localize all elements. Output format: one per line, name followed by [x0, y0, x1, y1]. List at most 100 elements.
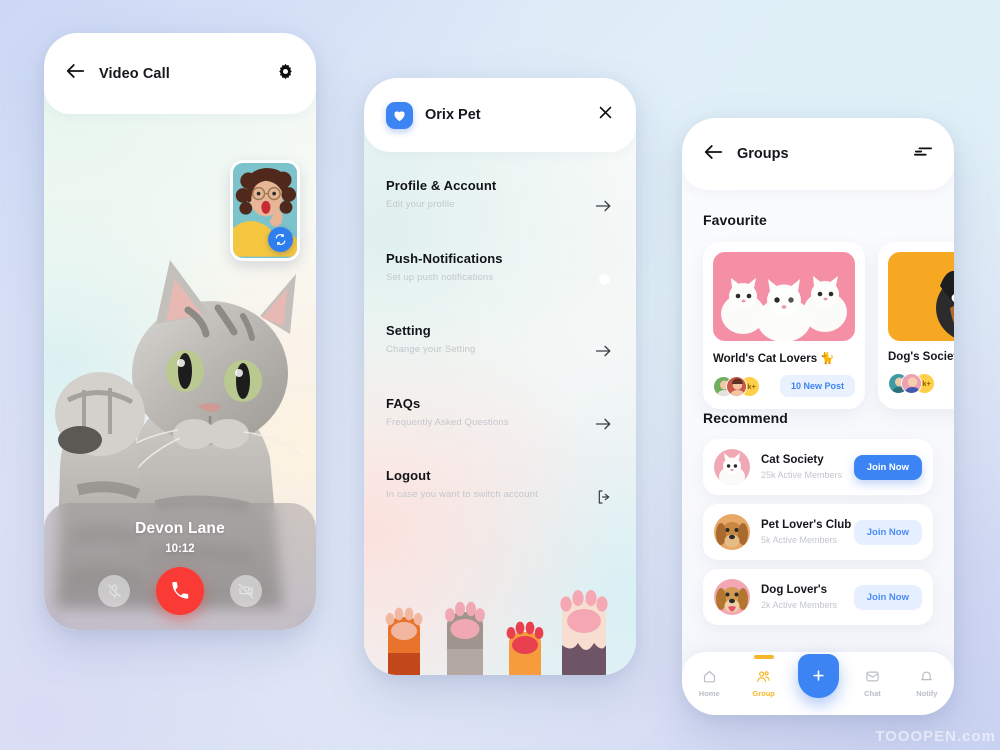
chevron-right-button[interactable]	[595, 344, 612, 363]
settings-button[interactable]	[277, 63, 294, 85]
phone-groups: Groups Favourite World's Cat Lovers 🐈 1k…	[682, 118, 954, 715]
group-meta: Pet Lover's Club 5k Active Members	[761, 519, 851, 545]
group-avatar	[714, 449, 750, 485]
group-meta: Dog Lover's 2k Active Members	[761, 584, 837, 610]
gear-icon	[279, 63, 292, 79]
filter-button[interactable]	[914, 145, 932, 164]
menu-item-title: Setting	[386, 323, 431, 338]
bottom-navigation: Home Group Chat Notify	[682, 652, 954, 715]
video-off-icon	[238, 583, 254, 599]
group-members: 25k Active Members	[761, 470, 843, 480]
logout-icon	[598, 490, 610, 504]
video-call-header: Video Call	[44, 33, 316, 114]
back-button[interactable]	[66, 63, 85, 84]
avatar	[901, 373, 922, 394]
menu-item-subtitle: In case you want to switch account	[386, 489, 538, 500]
nav-item-notify[interactable]: Notify	[900, 669, 954, 698]
filter-icon	[914, 146, 932, 156]
microphone-off-icon	[107, 584, 121, 598]
close-button[interactable]	[597, 104, 614, 126]
group-icon	[757, 671, 770, 683]
group-name: Dog Lover's	[761, 584, 827, 596]
favourite-card[interactable]: World's Cat Lovers 🐈 1k+ 10 New Post	[703, 242, 865, 409]
favourite-card-row[interactable]: World's Cat Lovers 🐈 1k+ 10 New Post Dog…	[703, 242, 954, 409]
create-post-fab[interactable]	[791, 653, 845, 698]
nav-label: Group	[752, 689, 775, 698]
group-card-footer: 1k+ 10 New Post	[713, 375, 855, 397]
menu-item-title: Push-Notifications	[386, 250, 503, 266]
video-toggle-button[interactable]	[230, 575, 262, 607]
chevron-right-button[interactable]	[595, 199, 612, 218]
favourite-card[interactable]: Dog's Society 2k+	[878, 242, 954, 409]
list-item[interactable]: Dog Lover's 2k Active Members Join Now	[703, 569, 933, 625]
join-button[interactable]: Join Now	[853, 519, 922, 545]
arrow-right-icon	[595, 345, 611, 357]
camera-flip-button[interactable]	[268, 227, 293, 252]
menu-item-profile[interactable]: Profile & Account Edit your profile	[386, 178, 614, 251]
menu-item-faqs[interactable]: FAQs Frequently Asked Questions	[386, 396, 614, 469]
chevron-right-button[interactable]	[595, 417, 612, 436]
recommend-section: Recommend Cat Society 25k Active Members	[682, 410, 954, 625]
group-meta: Cat Society 25k Active Members	[761, 454, 842, 480]
caller-name: Devon Lane	[135, 520, 225, 537]
arrow-left-icon	[66, 64, 85, 78]
menu-item-subtitle: Set up push notifications	[386, 271, 494, 283]
nav-item-group[interactable]: Group	[736, 655, 790, 698]
group-card-footer: 2k+	[888, 373, 954, 394]
white-kittens-illustration	[713, 252, 855, 341]
menu-item-title: Profile & Account	[386, 178, 497, 193]
join-button[interactable]: Join Now	[853, 454, 922, 480]
menu-item-setting[interactable]: Setting Change your Setting	[386, 323, 614, 396]
page-title: Video Call	[99, 65, 170, 82]
arrow-left-icon	[704, 144, 723, 159]
mute-button[interactable]	[98, 575, 130, 607]
avatar	[726, 375, 747, 397]
arrow-right-icon	[595, 200, 611, 212]
new-post-badge[interactable]: 10 New Post	[779, 375, 855, 397]
list-item[interactable]: Pet Lover's Club 5k Active Members Join …	[703, 504, 933, 560]
group-members: 5k Active Members	[761, 535, 838, 545]
recommend-section-title: Recommend	[703, 410, 788, 426]
close-icon	[599, 106, 612, 119]
white-cat-avatar	[714, 449, 750, 485]
group-cover-image	[713, 252, 855, 341]
golden-dog-avatar	[714, 514, 750, 550]
nav-item-chat[interactable]: Chat	[845, 669, 899, 698]
menu-item-subtitle: Change your Setting	[386, 344, 476, 355]
plus-icon	[812, 670, 824, 681]
join-button[interactable]: Join Now	[853, 584, 922, 610]
favourite-section-title: Favourite	[703, 212, 767, 228]
logout-button[interactable]	[596, 489, 612, 510]
recommend-list: Cat Society 25k Active Members Join Now	[703, 439, 933, 625]
mail-icon	[866, 671, 879, 682]
group-name: World's Cat Lovers 🐈	[713, 353, 835, 365]
nav-item-home[interactable]: Home	[682, 669, 736, 698]
self-view-pip[interactable]	[230, 160, 300, 261]
nav-label: Home	[698, 689, 720, 698]
phone-menu: Orix Pet Profile & Account Edit your pro…	[364, 78, 636, 675]
watermark: TOOOPEN.com	[875, 728, 996, 745]
fab-button[interactable]	[797, 653, 839, 698]
page-title: Groups	[737, 146, 789, 162]
group-cover-image	[888, 252, 954, 341]
menu-item-logout[interactable]: Logout In case you want to switch accoun…	[386, 468, 614, 541]
menu-item-subtitle: Frequently Asked Questions	[386, 416, 509, 428]
group-members: 2k Active Members	[761, 600, 838, 610]
call-control-panel: Devon Lane 10:12	[44, 503, 316, 630]
call-duration: 10:12	[165, 543, 195, 555]
call-actions	[98, 567, 262, 615]
menu-header: Orix Pet	[364, 78, 636, 152]
end-call-button[interactable]	[156, 567, 204, 615]
nav-label: Chat	[864, 689, 881, 698]
back-button[interactable]	[704, 144, 723, 165]
menu-item-push-notifications[interactable]: Push-Notifications Set up push notificat…	[386, 251, 614, 324]
menu-item-title: Logout	[386, 468, 431, 483]
brand-name: Orix Pet	[425, 107, 481, 123]
group-name: Dog's Society	[888, 351, 954, 363]
home-icon	[703, 670, 715, 683]
bell-icon	[921, 671, 933, 681]
phone-video-call: Video Call Devon Lane 10:12	[44, 33, 316, 630]
list-item[interactable]: Cat Society 25k Active Members Join Now	[703, 439, 933, 495]
pip-video	[233, 163, 297, 258]
menu-list: Profile & Account Edit your profile Push…	[364, 152, 636, 541]
